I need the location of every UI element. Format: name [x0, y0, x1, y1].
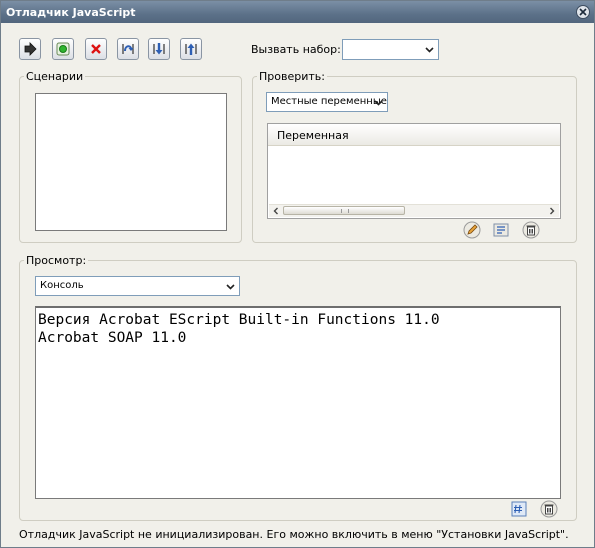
- quit-button[interactable]: [85, 38, 107, 60]
- break-button[interactable]: [52, 38, 74, 60]
- close-button[interactable]: [576, 5, 590, 19]
- chevron-down-icon: [425, 47, 434, 53]
- variable-column-header[interactable]: Переменная: [277, 129, 349, 142]
- title-bar[interactable]: Отладчик JavaScript: [1, 1, 594, 23]
- scrollbar-thumb[interactable]: [283, 206, 405, 215]
- view-dropdown-value: Консоль: [40, 280, 84, 291]
- inspect-legend: Проверить:: [259, 70, 325, 83]
- scripts-legend: Сценарии: [26, 70, 84, 83]
- close-icon: [579, 8, 587, 16]
- console-line: Acrobat SOAP 11.0: [38, 330, 187, 346]
- step-into-button[interactable]: [148, 38, 170, 60]
- step-out-icon: [185, 43, 197, 55]
- scripts-list[interactable]: [35, 93, 227, 231]
- scroll-right-icon[interactable]: [546, 205, 558, 217]
- scroll-left-icon[interactable]: [270, 205, 282, 217]
- dialog-body: Вызвать набор: Сценарии Проверить: Местн…: [1, 23, 594, 547]
- variables-table[interactable]: Переменная: [267, 123, 561, 219]
- horizontal-scrollbar[interactable]: [269, 204, 559, 217]
- chevron-down-icon: [226, 284, 235, 290]
- call-stack-label: Вызвать набор:: [251, 43, 341, 56]
- variables-table-header[interactable]: Переменная: [268, 124, 560, 146]
- evaluate-icon[interactable]: [510, 500, 528, 518]
- console-output[interactable]: Версия Acrobat EScript Built-in Function…: [35, 306, 561, 499]
- watch-icon[interactable]: [492, 221, 510, 239]
- delete-trash-icon[interactable]: [522, 221, 540, 239]
- clear-trash-icon[interactable]: [540, 500, 558, 518]
- step-over-icon: [122, 44, 134, 54]
- scrollbar-grip: [341, 209, 349, 213]
- inspect-dropdown[interactable]: Местные переменные: [266, 92, 388, 112]
- step-over-button[interactable]: [117, 38, 139, 60]
- step-out-button[interactable]: [180, 38, 202, 60]
- call-stack-dropdown[interactable]: [342, 39, 439, 60]
- play-arrow-icon: [24, 42, 37, 56]
- view-dropdown[interactable]: Консоль: [35, 276, 240, 296]
- edit-pencil-icon[interactable]: [463, 221, 481, 239]
- step-into-icon: [153, 43, 165, 55]
- green-dot-icon: [56, 42, 70, 56]
- chevron-down-icon: [374, 100, 383, 106]
- console-line: Версия Acrobat EScript Built-in Function…: [38, 312, 440, 328]
- red-x-icon: [91, 44, 101, 54]
- debugger-window: Отладчик JavaScript Вызвать набор: Сцена…: [0, 0, 595, 548]
- inspect-dropdown-value: Местные переменные: [271, 96, 387, 107]
- status-message: Отладчик JavaScript не инициализирован. …: [19, 528, 569, 541]
- window-title: Отладчик JavaScript: [6, 6, 136, 19]
- view-legend: Просмотр:: [26, 254, 87, 267]
- resume-button[interactable]: [19, 38, 41, 60]
